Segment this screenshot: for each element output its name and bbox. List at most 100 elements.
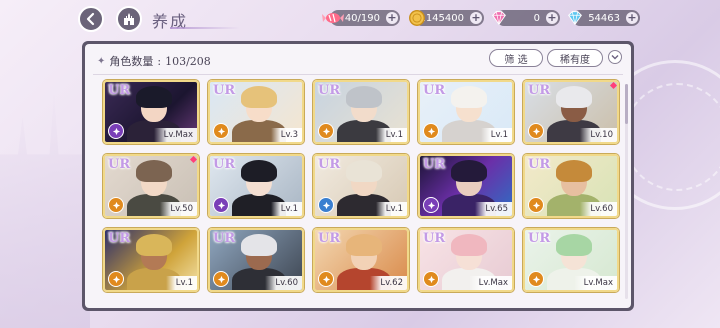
character-card[interactable]: UR Lv.3 <box>208 80 304 144</box>
top-bar: 养成 40/190 + 1145400 + 0 + 54463 + <box>0 0 720 36</box>
character-card[interactable]: UR Lv.62 <box>313 228 409 292</box>
character-card[interactable]: UR Lv.1 <box>103 228 199 292</box>
character-card[interactable]: UR Lv.60 <box>208 228 304 292</box>
blue-diamond-icon <box>564 7 586 29</box>
character-hair <box>556 234 592 256</box>
attribute-icon <box>213 271 229 287</box>
character-panel-inner: ✦ 角色数量: 103/208 筛 选 稀有度 UR Lv.Max UR Lv.… <box>85 44 631 308</box>
character-hair <box>556 160 592 182</box>
diamond-counter: 54463 + <box>568 10 640 26</box>
rarity-badge: UR <box>318 157 341 172</box>
character-hair <box>241 160 277 182</box>
gold-add-button[interactable]: + <box>470 12 482 24</box>
chevron-down-icon <box>611 55 619 60</box>
character-level: Lv.1 <box>480 128 512 142</box>
character-hair <box>451 160 487 182</box>
attribute-icon <box>423 271 439 287</box>
filter-button[interactable]: 筛 选 <box>489 49 543 67</box>
character-level: Lv.65 <box>475 202 512 216</box>
character-count: ✦ 角色数量: 103/208 <box>97 53 211 69</box>
character-count-label: 角色数量 <box>109 55 154 68</box>
character-level: Lv.60 <box>265 276 302 290</box>
rarity-badge: UR <box>108 83 131 98</box>
rarity-badge: UR <box>213 157 236 172</box>
attribute-icon <box>528 271 544 287</box>
rarity-badge: UR <box>528 157 551 172</box>
attribute-icon <box>213 123 229 139</box>
character-card[interactable]: UR Lv.1 <box>208 154 304 218</box>
character-card[interactable]: UR Lv.Max <box>418 228 514 292</box>
castle-home-icon <box>124 13 134 25</box>
character-hair <box>451 86 487 108</box>
rarity-badge: UR <box>213 231 236 246</box>
rarity-badge: UR <box>528 231 551 246</box>
character-level: Lv.Max <box>573 276 617 290</box>
character-level: Lv.10 <box>580 128 617 142</box>
character-level: Lv.1 <box>375 202 407 216</box>
character-hair <box>241 86 277 108</box>
character-card[interactable]: UR Lv.10 <box>523 80 619 144</box>
character-hair <box>346 160 382 182</box>
attribute-icon <box>318 123 334 139</box>
panel-header: ✦ 角色数量: 103/208 筛 选 稀有度 <box>85 44 631 74</box>
gem-counter: 0 + <box>492 10 560 26</box>
candy-stamina-icon <box>322 7 344 29</box>
character-card[interactable]: UR Lv.1 <box>313 80 409 144</box>
rarity-badge: UR <box>528 83 551 98</box>
character-panel: ✦ 角色数量: 103/208 筛 选 稀有度 UR Lv.Max UR Lv.… <box>82 41 634 311</box>
attribute-icon <box>423 123 439 139</box>
character-hair <box>241 234 277 256</box>
attribute-icon <box>108 197 124 213</box>
gold-counter: 1145400 + <box>409 10 484 26</box>
attribute-icon <box>108 123 124 139</box>
gold-coin-icon <box>406 7 428 29</box>
gem-value: 0 <box>533 12 540 24</box>
character-hair <box>451 234 487 256</box>
stamina-counter: 40/190 + <box>322 10 400 26</box>
rarity-sort-button[interactable]: 稀有度 <box>547 49 603 67</box>
diamond-add-button[interactable]: + <box>626 12 638 24</box>
character-level: Lv.1 <box>375 128 407 142</box>
character-card[interactable]: UR Lv.50 <box>103 154 199 218</box>
sort-order-toggle[interactable] <box>608 50 622 64</box>
character-card[interactable]: UR Lv.1 <box>313 154 409 218</box>
character-card[interactable]: UR Lv.Max <box>103 80 199 144</box>
header-divider <box>93 74 623 75</box>
attribute-icon <box>318 271 334 287</box>
character-card[interactable]: UR Lv.Max <box>523 228 619 292</box>
character-hair <box>346 234 382 256</box>
rarity-badge: UR <box>423 157 446 172</box>
character-count-value: 103/208 <box>165 54 211 68</box>
grid-scrollbar[interactable] <box>625 84 628 299</box>
rarity-badge: UR <box>423 231 446 246</box>
pink-gem-icon <box>488 7 510 29</box>
character-card[interactable]: UR Lv.60 <box>523 154 619 218</box>
character-level: Lv.1 <box>165 276 197 290</box>
character-level: Lv.Max <box>153 128 197 142</box>
character-hair <box>136 234 172 256</box>
character-hair <box>346 86 382 108</box>
character-level: Lv.50 <box>160 202 197 216</box>
character-count-colon: : <box>157 54 162 68</box>
rarity-badge: UR <box>213 83 236 98</box>
back-button[interactable] <box>78 6 104 32</box>
character-card[interactable]: UR Lv.65 <box>418 154 514 218</box>
background-castle <box>0 92 90 328</box>
chevron-left-icon <box>86 12 95 26</box>
attribute-icon <box>318 197 334 213</box>
diamond-value: 54463 <box>588 12 620 24</box>
gem-add-button[interactable]: + <box>546 12 558 24</box>
home-button[interactable] <box>116 6 142 32</box>
rarity-badge: UR <box>108 157 131 172</box>
character-level: Lv.3 <box>270 128 302 142</box>
scrollbar-thumb[interactable] <box>625 84 628 124</box>
character-hair <box>136 86 172 108</box>
stamina-add-button[interactable]: + <box>386 12 398 24</box>
character-card[interactable]: UR Lv.1 <box>418 80 514 144</box>
attribute-icon <box>108 271 124 287</box>
attribute-icon <box>423 197 439 213</box>
character-hair <box>136 160 172 182</box>
title-decoration <box>170 27 240 29</box>
character-level: Lv.Max <box>468 276 512 290</box>
attribute-icon <box>528 197 544 213</box>
